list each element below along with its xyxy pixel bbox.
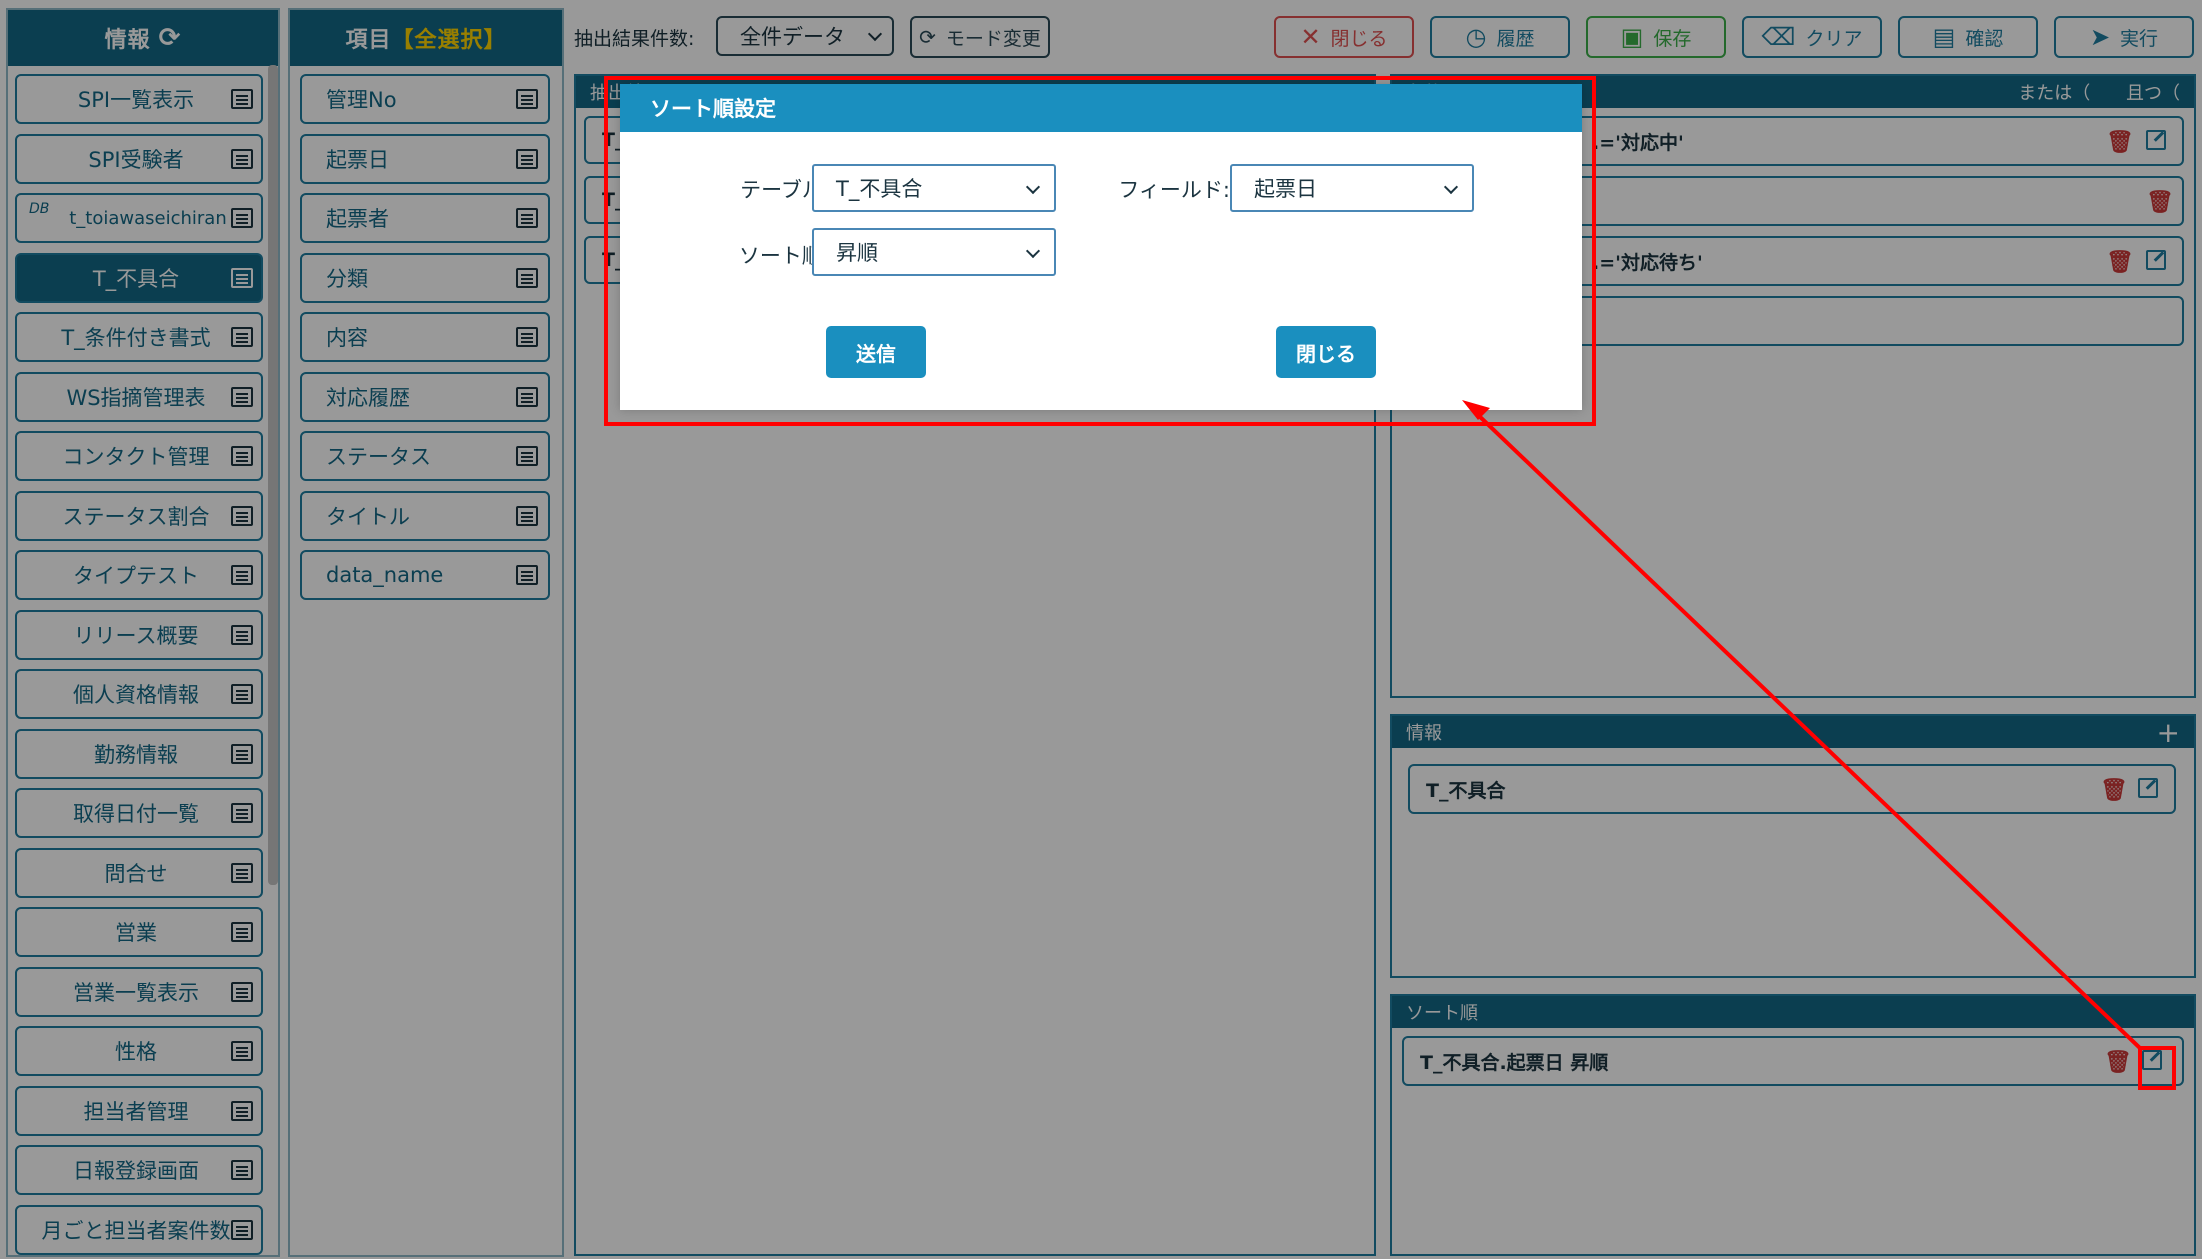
annotation-arrow <box>1462 400 2144 1052</box>
